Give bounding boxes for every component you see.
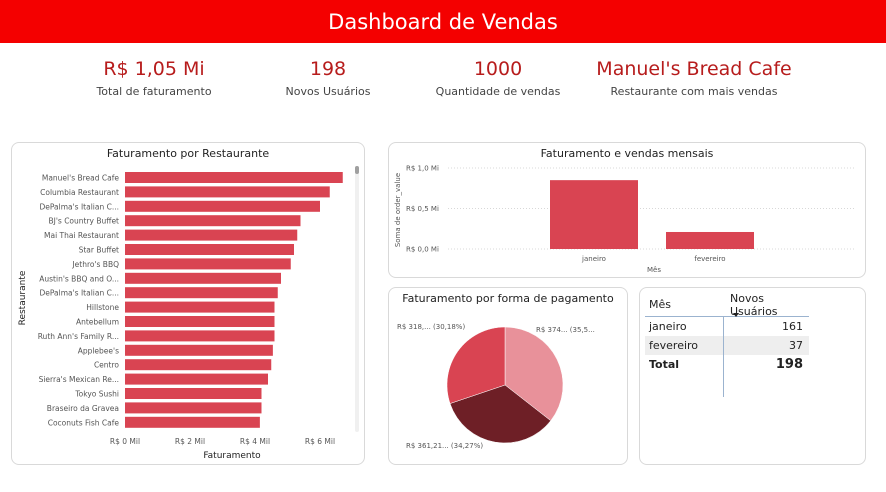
bar [125,359,272,371]
bar [125,186,330,198]
bar-category-label: Jethro's BBQ [71,260,119,269]
restaurant-bar-chart: Manuel's Bread Cafe Columbia Restaurant De… [18,166,359,461]
bar [666,231,754,249]
bar [125,330,275,342]
users-table: Mês Novos Usuários janeiro 161 fevereiro… [645,292,809,397]
bar-category-label: Braseiro da Gravea [47,404,119,413]
total-value: 198 [775,357,803,372]
table-header: Mês Novos Usuários [645,292,809,318]
bar [125,215,301,227]
kpi-label: Total de faturamento [96,85,212,98]
bar [125,316,275,327]
y-tick-label: R$ 1,0 Mi [406,165,439,173]
kpi-new-users: 198 Novos Usuários [273,57,383,98]
bar [125,373,268,385]
table-row: janeiro 161 [645,317,809,336]
sort-descending-icon[interactable] [729,308,739,321]
bar [125,272,281,284]
bar [125,258,291,270]
kpi-value: R$ 1,05 Mi [103,58,205,80]
x-tick-label: R$ 0 Mil [110,437,140,446]
scrollbar-track [355,166,359,432]
x-axis-title: Mês [647,266,661,274]
kpi-value: 1000 [473,58,523,80]
scrollbar-thumb [355,166,359,174]
kpi-value: Manuel's Bread Cafe [596,58,792,80]
bar [550,180,638,249]
table-row: fevereiro 37 [645,336,809,355]
kpi-value: 198 [309,58,347,80]
x-tick-label: R$ 2 Mil [175,437,205,446]
kpi-label: Novos Usuários [285,85,371,98]
bar-category-label: Sierra's Mexican Re... [39,375,119,384]
cell-month: janeiro [649,320,687,333]
cell-users: 37 [789,339,803,352]
pie-slice-label: R$ 361,21... (34,27%) [406,442,483,450]
y-axis-title: Restaurante [18,270,28,325]
bar-category-label: Coconuts Fish Cafe [48,418,120,427]
bar [125,172,343,183]
monthly-bar-chart: R$ 0,0 Mi R$ 0,5 Mi R$ 1,0 Mi janeiro fevere… [394,165,856,274]
bar [125,301,275,313]
x-tick-label: janeiro [581,255,606,263]
column-divider [723,316,724,397]
bar-category-label: DePalma's Italian C... [39,202,119,211]
x-tick-label: R$ 4 Mil [240,437,270,446]
bar-category-label: Applebee's [78,346,119,355]
bar-category-label: Columbia Restaurant [40,188,119,197]
bar [125,416,260,428]
kpi-top-restaurant: Manuel's Bread Cafe Restaurante com mais… [594,57,794,98]
bar-category-label: Antebellum [76,318,119,327]
kpi-total-revenue: R$ 1,05 Mi Total de faturamento [94,57,214,98]
page-title: Dashboard de Vendas [328,9,558,34]
pie-slice-label: R$ 318,... (30,18%) [397,323,465,331]
bar [125,200,320,212]
bar-category-label: Centro [94,361,119,370]
bar [125,229,298,241]
total-label: Total [649,358,680,371]
bar-category-label: Mai Thai Restaurant [44,231,119,240]
pie-slice-label: R$ 374... (35,5... [536,326,595,334]
y-tick-label: R$ 0,0 Mi [406,246,439,254]
y-tick-label: R$ 0,5 Mi [406,205,439,213]
bar [125,388,262,399]
bar [125,244,294,255]
bar-category-label: Star Buffet [79,246,119,255]
bar-category-label: DePalma's Italian C... [39,289,119,298]
bar-category-label: Austin's BBQ and O... [39,274,119,283]
bar-category-label: Manuel's Bread Cafe [42,174,120,183]
bar [125,287,278,299]
bar [125,402,262,414]
x-axis-title: Faturamento [203,451,261,461]
bar-category-label: Ruth Ann's Family R... [38,332,119,341]
column-header-month[interactable]: Mês [645,298,725,311]
x-tick-label: R$ 6 Mil [305,437,335,446]
x-tick-label: fevereiro [694,255,725,263]
cell-month: fevereiro [649,339,699,352]
cell-users: 161 [782,320,803,333]
payment-pie-chart: R$ 374... (35,5... R$ 361,21... (34,27%) R… [397,323,595,450]
kpi-label: Restaurante com mais vendas [610,85,778,98]
y-axis-title: Soma de order_value [394,173,402,247]
kpi-sales-count: 1000 Quantidade de vendas [433,57,563,98]
table-total-row: Total 198 [645,355,809,374]
bar-category-label: BJ's Country Buffet [48,217,119,226]
bar-category-label: Tokyo Sushi [74,390,119,399]
kpi-label: Quantidade de vendas [435,85,561,98]
bar-category-label: Hillstone [86,303,119,312]
bar [125,344,273,356]
dashboard-header: Dashboard de Vendas [0,0,886,43]
